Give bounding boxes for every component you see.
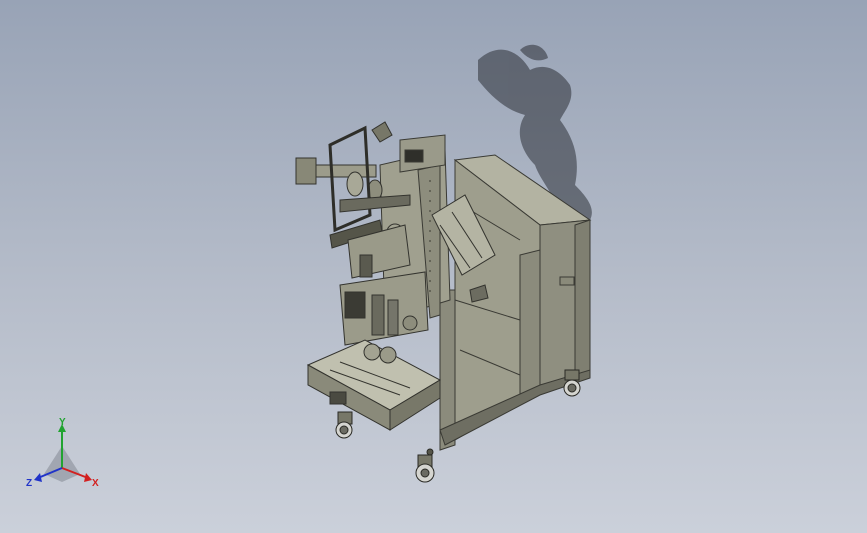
x-axis-label: X [92, 478, 99, 489]
y-axis-label: Y [59, 418, 66, 428]
orientation-triad[interactable]: Y X Z [22, 418, 106, 494]
cutter-tray [306, 339, 442, 431]
cad-viewport[interactable]: Y X Z [0, 0, 867, 533]
z-axis-label: Z [26, 478, 32, 489]
film-roller-assembly [295, 121, 411, 279]
packaging-machine-model[interactable] [0, 0, 867, 533]
